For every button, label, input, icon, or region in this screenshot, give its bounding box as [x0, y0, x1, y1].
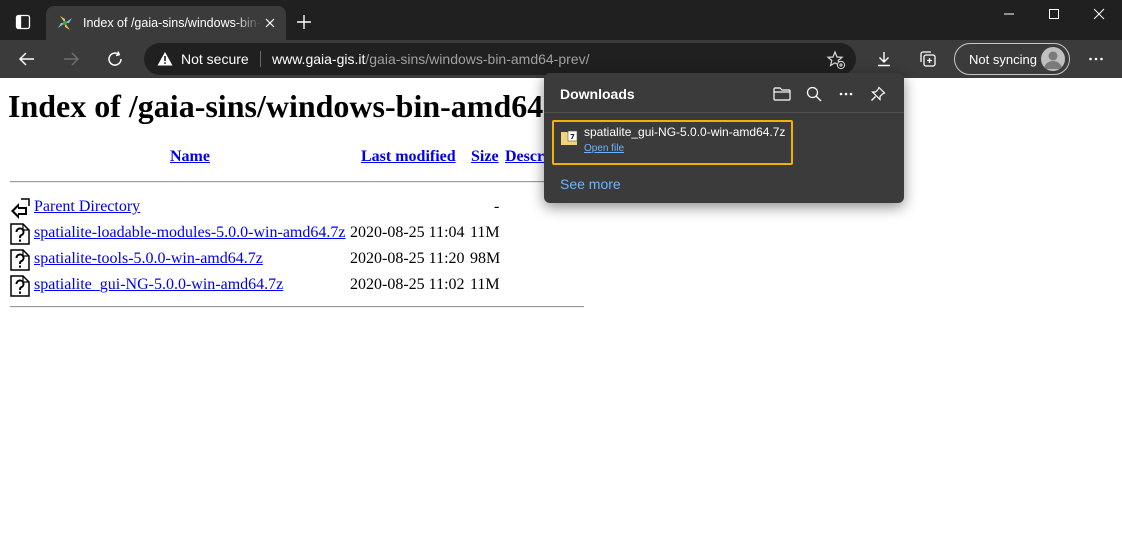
- tab-title: Index of /gaia-sins/windows-bin-amd64-pr…: [83, 16, 261, 30]
- unknown-file-icon: [10, 249, 30, 271]
- tab-active[interactable]: Index of /gaia-sins/windows-bin-amd64-pr…: [46, 6, 286, 40]
- back-folder-icon: [11, 198, 30, 219]
- folder-icon[interactable]: [771, 83, 793, 105]
- tab-actions-icon[interactable]: [8, 8, 38, 36]
- file-modified: 2020-08-25 11:02: [350, 276, 465, 293]
- refresh-icon[interactable]: [100, 44, 130, 74]
- download-item[interactable]: 7 spatialite_gui-NG-5.0.0-win-amd64.7z O…: [552, 120, 793, 165]
- star-plus-icon[interactable]: [826, 50, 846, 70]
- list-item: spatialite-tools-5.0.0-win-amd64.7z 2020…: [10, 247, 530, 271]
- collections-icon[interactable]: [913, 44, 943, 74]
- download-filename: spatialite_gui-NG-5.0.0-win-amd64.7z: [584, 125, 786, 139]
- file-modified: 2020-08-25 11:04: [350, 224, 465, 241]
- unknown-file-icon: [10, 223, 30, 245]
- warning-triangle-icon[interactable]: [157, 51, 173, 67]
- forward-arrow-icon[interactable]: [56, 44, 86, 74]
- ellipsis-icon[interactable]: [1081, 44, 1111, 74]
- table-divider-top: [10, 181, 584, 183]
- address-bar[interactable]: Not secure www.gaia-gis.it/gaia-sins/win…: [144, 43, 856, 75]
- close-icon[interactable]: [262, 15, 278, 31]
- plus-icon[interactable]: [292, 10, 316, 34]
- ellipsis-icon[interactable]: [835, 83, 857, 105]
- url-path: /gaia-sins/windows-bin-amd64-prev/: [365, 51, 590, 67]
- open-file-link[interactable]: Open file: [584, 143, 624, 154]
- archive-file-icon: 7: [561, 130, 578, 145]
- column-last-modified-link[interactable]: Last modified: [361, 148, 456, 166]
- download-icon[interactable]: [869, 44, 899, 74]
- file-modified: 2020-08-25 11:20: [350, 250, 465, 267]
- file-size: 98M: [470, 250, 501, 267]
- column-name-link[interactable]: Name: [170, 148, 210, 166]
- profile-sync-button[interactable]: Not syncing: [954, 43, 1070, 75]
- url-text[interactable]: www.gaia-gis.it/gaia-sins/windows-bin-am…: [272, 51, 589, 67]
- parent-directory-link[interactable]: Parent Directory: [34, 198, 140, 216]
- file-link[interactable]: spatialite-tools-5.0.0-win-amd64.7z: [34, 250, 263, 268]
- omnibox-divider: [260, 51, 261, 67]
- see-more-link[interactable]: See more: [560, 176, 621, 192]
- gaia-gis-favicon: [58, 16, 72, 30]
- url-host: www.gaia-gis.it: [272, 51, 366, 67]
- column-size-link[interactable]: Size: [471, 148, 499, 166]
- file-link[interactable]: spatialite-loadable-modules-5.0.0-win-am…: [34, 224, 345, 242]
- table-divider-bottom: [10, 306, 584, 308]
- downloads-divider: [544, 112, 904, 113]
- sync-label: Not syncing: [969, 52, 1037, 67]
- back-arrow-icon[interactable]: [12, 44, 42, 74]
- file-size: -: [494, 198, 500, 215]
- page-title: Index of /gaia-sins/windows-bin-amd64-pr…: [8, 88, 616, 124]
- downloads-title: Downloads: [560, 86, 635, 102]
- title-bar: Index of /gaia-sins/windows-bin-amd64-pr…: [0, 0, 1122, 40]
- file-size: 11M: [470, 276, 500, 293]
- list-item: Parent Directory -: [10, 195, 530, 219]
- svg-text:7: 7: [570, 133, 575, 141]
- list-item: spatialite_gui-NG-5.0.0-win-amd64.7z 202…: [10, 273, 530, 297]
- search-icon[interactable]: [803, 83, 825, 105]
- downloads-panel: Downloads 7 spatialite_gui-NG-5.0.0-win-…: [544, 73, 904, 203]
- avatar: [1041, 47, 1065, 71]
- minimize-icon[interactable]: [986, 0, 1032, 28]
- unknown-file-icon: [10, 275, 30, 297]
- pin-icon[interactable]: [867, 83, 889, 105]
- file-size: 11M: [470, 224, 500, 241]
- list-item: spatialite-loadable-modules-5.0.0-win-am…: [10, 221, 530, 245]
- file-link[interactable]: spatialite_gui-NG-5.0.0-win-amd64.7z: [34, 276, 283, 294]
- security-status[interactable]: Not secure: [181, 51, 249, 67]
- window-close-icon[interactable]: [1076, 0, 1122, 28]
- maximize-icon[interactable]: [1031, 0, 1077, 28]
